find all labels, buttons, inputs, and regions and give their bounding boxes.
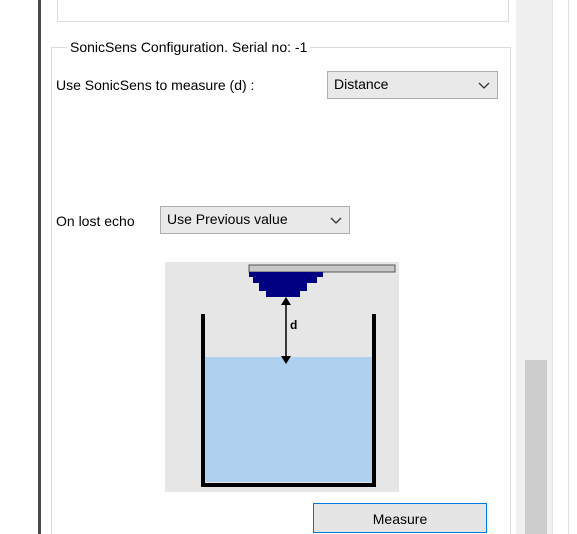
group-title: SonicSens Configuration. Serial no: -1 <box>67 38 311 56</box>
window-right-edge <box>552 0 577 534</box>
sensor-head-bottom <box>266 291 300 297</box>
measure-label: Use SonicSens to measure (d) : <box>56 77 255 93</box>
previous-group-box <box>57 0 509 22</box>
distance-label: d <box>290 318 297 332</box>
measure-select[interactable]: Distance <box>327 71 498 99</box>
tank-liquid <box>205 357 372 482</box>
sensor-head-lower <box>259 283 307 291</box>
tank-illustration: d <box>201 264 396 487</box>
configuration-window: SonicSens Configuration. Serial no: -1 U… <box>0 0 577 534</box>
window-right-divider <box>568 0 569 534</box>
lost-echo-select-value: Use Previous value <box>167 211 288 227</box>
measure-select-value: Distance <box>334 76 389 92</box>
tank-diagram: d <box>165 262 399 492</box>
sensor-head-mid <box>253 277 317 283</box>
sensor-mount-bar <box>248 264 396 273</box>
settings-panel: SonicSens Configuration. Serial no: -1 U… <box>41 0 516 534</box>
sensor-head-top <box>249 272 323 277</box>
chevron-down-icon <box>330 217 342 224</box>
lost-echo-select[interactable]: Use Previous value <box>160 206 350 234</box>
distance-arrow-up-head <box>281 297 291 305</box>
chevron-down-icon <box>478 82 490 89</box>
vertical-scrollbar-thumb[interactable] <box>525 360 547 534</box>
lost-echo-label: On lost echo <box>56 213 135 229</box>
measure-button[interactable]: Measure <box>313 503 487 533</box>
